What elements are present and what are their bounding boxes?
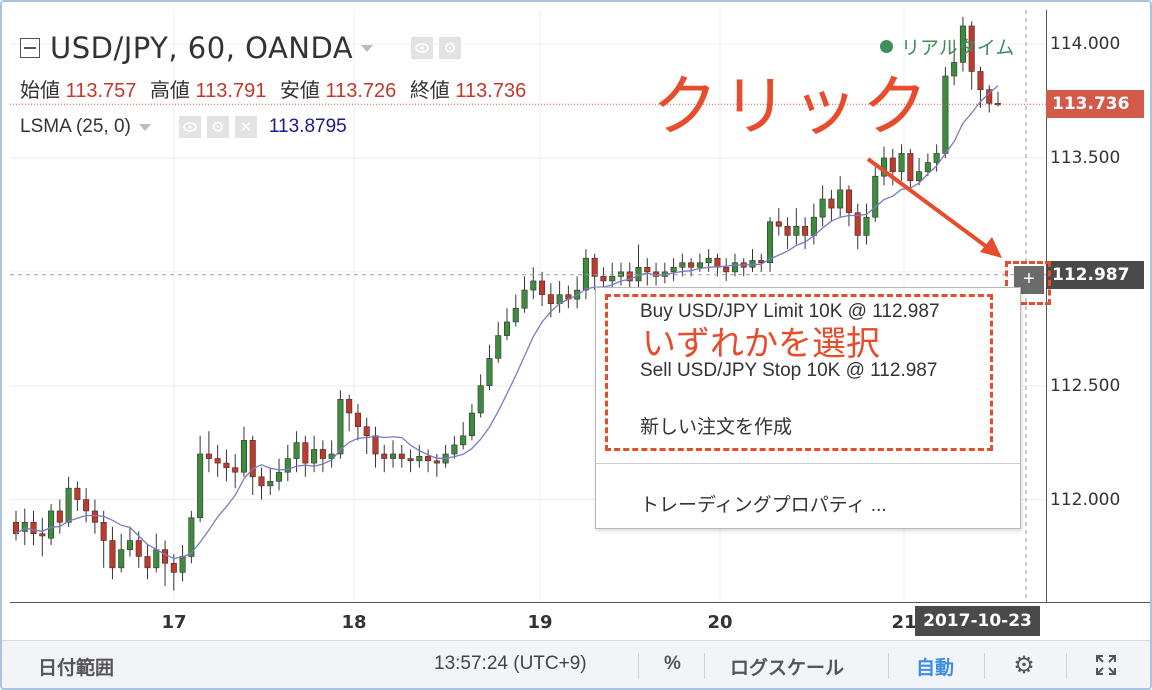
date-range-button[interactable]: 日付範囲 (38, 653, 114, 680)
auto-scale-button[interactable]: 自動 (916, 653, 954, 680)
gear-icon[interactable]: ⚙ (1010, 651, 1038, 679)
log-scale-button[interactable]: ログスケール (730, 653, 844, 680)
menu-separator (596, 463, 1020, 464)
toolbar-divider (984, 653, 985, 679)
bottom-toolbar: 日付範囲 13:57:24 (UTC+9) % ログスケール 自動 ⚙ (2, 640, 1150, 688)
chart-frame: 114.000113.500113.000112.500112.000 1718… (0, 0, 1152, 690)
toolbar-divider (1066, 653, 1067, 679)
clock-time: 13:57:24 (UTC+9) (434, 653, 587, 674)
percent-button[interactable]: % (664, 653, 681, 675)
menu-item-trading-properties[interactable]: トレーディングプロパティ ... (640, 490, 887, 517)
annotation-select: いずれかを選択 (642, 325, 880, 363)
toolbar-divider (704, 653, 705, 679)
toolbar-divider (888, 653, 889, 679)
toolbar-divider (638, 653, 639, 679)
arrow-head-icon (980, 237, 1002, 258)
fullscreen-icon[interactable] (1092, 651, 1120, 679)
